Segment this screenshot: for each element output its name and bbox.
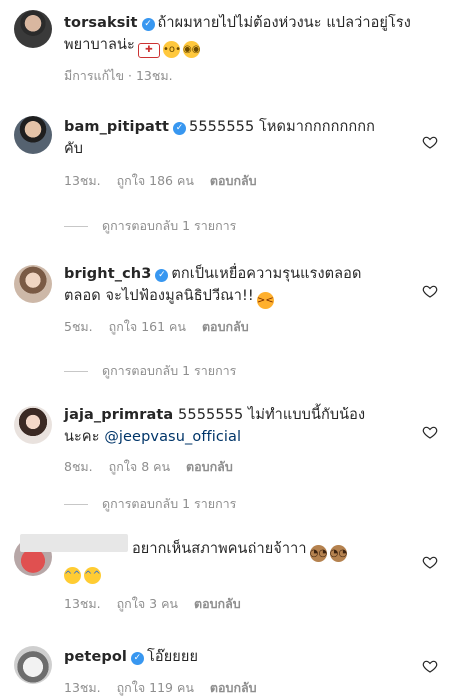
comment-text: อยากเห็นสภาพคนถ่ายจ้าาา ◔◔ ◔◔ xyxy=(132,538,412,562)
comment-username[interactable]: bright_ch3 xyxy=(64,266,151,282)
comment-time: 13ชม. xyxy=(64,680,101,695)
comment-meta: 5ชม. ถูกใจ 161 คน ตอบกลับ xyxy=(64,317,265,337)
comment-line1: 5555555 ไม่ทำแบบนี้กับน้อง xyxy=(178,407,366,423)
hushed-face-emoji-icon: •o• xyxy=(162,41,181,58)
view-replies[interactable]: ดูการตอบกลับ 1 รายการ xyxy=(64,216,236,236)
comment-username[interactable]: petepol xyxy=(64,649,127,665)
caption-username[interactable]: torsaksit xyxy=(64,15,138,31)
comment-line1: 5555555 โหดมากกกกกกกก xyxy=(189,119,375,135)
comment-row: อยากเห็นสภาพคนถ่ายจ้าาา ◔◔ ◔◔ ^^ ^^ 13ชม. ถู… xyxy=(0,530,452,625)
comment-time: 8ชม. xyxy=(64,459,93,474)
comment-meta: 13ชม. ถูกใจ 3 คน ตอบกลับ xyxy=(64,594,257,614)
verified-badge-icon: ✓ xyxy=(131,652,144,665)
comment-time: 13ชม. xyxy=(64,596,101,611)
heart-icon[interactable] xyxy=(422,134,438,150)
reply-button[interactable]: ตอบกลับ xyxy=(194,596,241,611)
comment-meta: 8ชม. ถูกใจ 8 คน ตอบกลับ xyxy=(64,457,249,477)
comment-username[interactable]: bam_pitipatt xyxy=(64,119,169,135)
caption-time: 13ชม. xyxy=(135,68,173,83)
comment-meta: 13ชม. ถูกใจ 119 คน ตอบกลับ xyxy=(64,678,273,698)
ambulance-emoji-icon: ✚ xyxy=(137,43,160,58)
comment-row: jaja_primrata 5555555 ไม่ทำแบบนี้กับน้อง… xyxy=(0,398,452,511)
divider xyxy=(64,503,88,505)
heart-icon[interactable] xyxy=(422,283,438,299)
caption-line1: ถ้าผมหายไปไม่ต้องห่วงนะ แปลว่าอยู่โรง xyxy=(157,15,411,31)
comment-avatar[interactable] xyxy=(14,406,52,444)
comment-line1: อยากเห็นสภาพคนถ่ายจ้าาา xyxy=(132,541,307,557)
comment-line2: นะคะ xyxy=(64,429,100,445)
reply-button[interactable]: ตอบกลับ xyxy=(210,173,257,188)
comment-likes[interactable]: ถูกใจ 3 คน xyxy=(117,596,178,611)
heart-icon[interactable] xyxy=(422,658,438,674)
caption-avatar[interactable] xyxy=(14,10,52,48)
view-replies[interactable]: ดูการตอบกลับ 1 รายการ xyxy=(64,361,236,381)
comment-likes[interactable]: ถูกใจ 186 คน xyxy=(117,173,194,188)
comment-line1: ตกเป็นเหยื่อความรุนแรงตลอด xyxy=(171,266,362,282)
comment-row: bright_ch3 ✓ ตกเป็นเหยื่อความรุนแรงตลอด ตล… xyxy=(0,257,452,392)
caption-text: torsaksit ✓ ถ้าผมหายไปไม่ต้องห่วงนะ แปลว่า… xyxy=(64,12,442,58)
divider xyxy=(64,370,88,372)
comment-line2: ตลอด จะไปฟ้องมูลนิธิปวีณา!! xyxy=(64,288,254,304)
divider xyxy=(64,225,88,227)
reply-button[interactable]: ตอบกลับ xyxy=(186,459,233,474)
verified-badge-icon: ✓ xyxy=(173,122,187,135)
view-replies-label[interactable]: ดูการตอบกลับ 1 รายการ xyxy=(102,361,236,381)
view-replies-label[interactable]: ดูการตอบกลับ 1 รายการ xyxy=(102,216,236,236)
comment-text: bright_ch3 ✓ ตกเป็นเหยื่อความรุนแรงตลอด ตล… xyxy=(64,263,412,309)
comment-text: jaja_primrata 5555555 ไม่ทำแบบนี้กับน้อง… xyxy=(64,404,412,448)
comment-line1: โอ๊ยยยย xyxy=(147,649,199,665)
heart-icon[interactable] xyxy=(422,424,438,440)
comment-likes[interactable]: ถูกใจ 8 คน xyxy=(109,459,170,474)
reply-button[interactable]: ตอบกลับ xyxy=(202,319,249,334)
comment-line2: คับ xyxy=(64,141,84,157)
comment-time: 5ชม. xyxy=(64,319,93,334)
comment-avatar[interactable] xyxy=(14,646,52,684)
angry-face-emoji-icon: >< xyxy=(256,292,274,309)
comment-avatar[interactable] xyxy=(14,116,52,154)
comment-text: petepol ✓ โอ๊ยยยย xyxy=(64,646,412,668)
view-replies-label[interactable]: ดูการตอบกลับ 1 รายการ xyxy=(102,494,236,514)
verified-badge-icon: ✓ xyxy=(141,18,155,31)
tears-of-joy-emoji-icon: ^^ xyxy=(64,567,81,584)
caption-edited: มีการแก้ไข xyxy=(64,68,124,83)
flushed-face-emoji-icon: ◉◉ xyxy=(182,41,200,58)
heart-icon[interactable] xyxy=(422,554,438,570)
redacted-username xyxy=(20,534,128,552)
comment-row: petepol ✓ โอ๊ยยยย 13ชม. ถูกใจ 119 คน ตอบกลับ xyxy=(0,640,452,696)
comment-meta: 13ชม. ถูกใจ 186 คน ตอบกลับ xyxy=(64,171,273,191)
comment-text: bam_pitipatt ✓ 5555555 โหดมากกกกกกกก คับ xyxy=(64,116,412,160)
reply-button[interactable]: ตอบกลับ xyxy=(210,680,257,695)
comment-row: bam_pitipatt ✓ 5555555 โหดมากกกกกกกก คับ 1… xyxy=(0,108,452,243)
caption-line2: พยาบาลน่ะ xyxy=(64,37,135,53)
comment-likes[interactable]: ถูกใจ 161 คน xyxy=(109,319,186,334)
tears-of-joy-emoji-icon: ^^ xyxy=(84,567,101,584)
comment-text-line2: ^^ ^^ xyxy=(64,560,412,584)
view-replies[interactable]: ดูการตอบกลับ 1 รายการ xyxy=(64,494,236,514)
mention-link[interactable]: @jeepvasu_official xyxy=(104,429,241,445)
comment-username[interactable]: jaja_primrata xyxy=(64,407,173,423)
verified-badge-icon: ✓ xyxy=(155,269,169,282)
comment-avatar[interactable] xyxy=(14,265,52,303)
comment-time: 13ชม. xyxy=(64,173,101,188)
caption: torsaksit ✓ ถ้าผมหายไปไม่ต้องห่วงนะ แปลว่า… xyxy=(0,0,452,90)
caption-meta: มีการแก้ไข · 13ชม. xyxy=(64,68,173,83)
comment-likes[interactable]: ถูกใจ 119 คน xyxy=(117,680,194,695)
